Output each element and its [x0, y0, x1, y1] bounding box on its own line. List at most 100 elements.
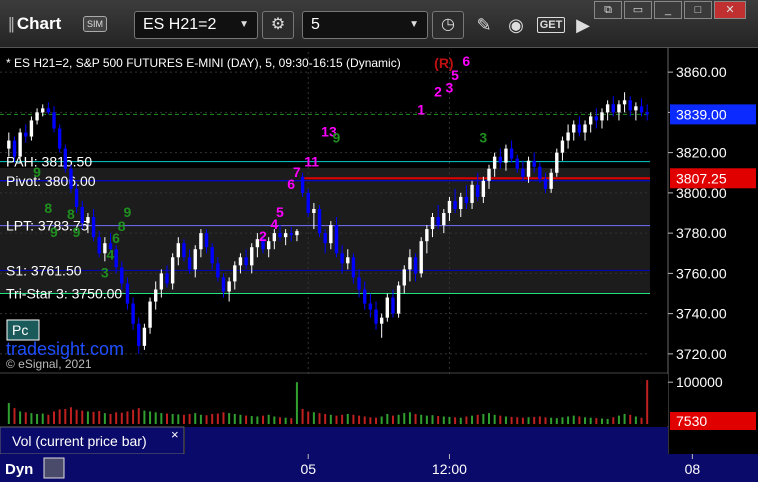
volume-bar — [538, 416, 541, 424]
last-price-label: 3839.00 — [676, 106, 727, 122]
volume-bar — [81, 410, 84, 424]
candle-body — [29, 120, 34, 137]
dyn-label[interactable]: Dyn — [5, 461, 33, 478]
volume-bar — [578, 416, 581, 424]
volume-bar — [58, 409, 61, 424]
candle-body — [363, 289, 367, 304]
setup-count-label: 3 — [101, 264, 109, 280]
interval-selector[interactable]: 5 ▼ — [302, 11, 428, 39]
volume-bar — [612, 417, 615, 424]
volume-bar — [533, 416, 536, 424]
close-icon: ✕ — [725, 4, 735, 16]
dyn-toggle-icon[interactable] — [43, 457, 65, 479]
volume-bar — [482, 413, 485, 424]
setup-count-label: 8 — [67, 206, 75, 222]
window-maximize-button[interactable]: □ — [684, 1, 712, 19]
volume-bar — [290, 418, 293, 424]
volume-bar — [47, 414, 50, 424]
volume-bar — [295, 382, 298, 424]
volume-bar — [521, 417, 524, 424]
candle-body — [611, 104, 615, 113]
candle-body — [453, 200, 457, 209]
candle-body — [492, 156, 497, 169]
candle-body — [442, 213, 446, 226]
candle-body — [289, 233, 293, 236]
chart-toolbar: || Chart SIM ES H21=2 ▼ ⚙ 5 ▼ ◷ ✎ ◉ GET ▶… — [0, 0, 758, 48]
window-menu-button[interactable]: ⧉ — [594, 1, 622, 19]
candle-body — [425, 229, 429, 242]
volume-bar — [561, 417, 564, 424]
candle-body — [639, 106, 644, 113]
restore-icon: ▭ — [632, 4, 644, 16]
candle-body — [459, 196, 463, 209]
volume-bar — [132, 409, 135, 424]
symbol-selector[interactable]: ES H21=2 ▼ — [134, 11, 258, 39]
volume-bar — [262, 415, 265, 424]
volume-bar — [160, 413, 163, 424]
chevron-down-icon: ▼ — [409, 19, 419, 30]
candle-body — [154, 289, 158, 302]
setup-count-label: 2 — [259, 228, 267, 244]
volume-bar — [205, 415, 208, 424]
price-tick-label: 3780.00 — [676, 225, 727, 241]
candle-body — [605, 104, 610, 113]
candle-body — [182, 243, 186, 258]
level-label: S1: 3761.50 — [6, 262, 82, 278]
volume-bar — [256, 416, 259, 424]
window-menu-icon: ⧉ — [604, 4, 612, 16]
candle-body — [351, 257, 356, 278]
setup-count-label: 4 — [107, 246, 115, 262]
candle-body — [340, 253, 344, 264]
volume-strip — [185, 427, 668, 454]
window-close-button[interactable]: ✕ — [714, 1, 746, 19]
volume-bar — [92, 411, 95, 424]
volume-bar — [375, 417, 378, 424]
candle-body — [52, 112, 56, 129]
candle-body — [583, 124, 587, 133]
candle-body — [306, 192, 310, 214]
time-axis[interactable] — [0, 454, 758, 482]
study-button[interactable]: ◉ — [502, 11, 530, 39]
volume-bar — [595, 418, 598, 424]
setup-count-label: 9 — [50, 224, 58, 240]
time-template-button[interactable]: ◷ — [432, 11, 464, 39]
candle-body — [176, 243, 180, 258]
volume-bar — [324, 413, 327, 424]
candle-body — [86, 217, 90, 224]
candle-body — [436, 217, 440, 226]
candle-body — [57, 128, 62, 149]
sim-badge[interactable]: SIM — [83, 16, 107, 32]
window-minimize-button[interactable]: _ — [654, 1, 682, 19]
window-restore-button[interactable]: ▭ — [624, 1, 652, 19]
play-button[interactable]: ▶ — [570, 11, 596, 39]
candle-body — [481, 180, 486, 197]
volume-bar — [199, 414, 202, 424]
price-axis[interactable]: 3720.003740.003760.003780.003800.003820.… — [667, 48, 758, 454]
price-chart[interactable]: PAH: 3815.50Pivot: 3806.00LPT: 3783.75S1… — [0, 48, 758, 482]
candle-body — [634, 106, 638, 111]
volume-bar — [352, 414, 355, 424]
get-button[interactable]: GET — [534, 11, 568, 39]
candle-body — [266, 241, 271, 250]
minimize-icon: _ — [664, 4, 672, 16]
volume-bar — [250, 416, 253, 424]
volume-bar — [318, 413, 321, 424]
interval-value: 5 — [311, 16, 320, 33]
candle-body — [549, 172, 553, 189]
candle-body — [419, 241, 423, 274]
candle-body — [368, 303, 373, 310]
settings-gear-button[interactable]: ⚙ — [262, 11, 294, 39]
volume-bar — [442, 416, 445, 424]
volume-bar — [278, 417, 281, 424]
candle-body — [227, 281, 231, 292]
gear-icon: ⚙ — [270, 16, 286, 33]
candle-body — [532, 160, 536, 167]
setup-count-label: 9 — [332, 130, 340, 146]
draw-tool-button[interactable]: ✎ — [470, 11, 498, 39]
close-icon[interactable]: × — [171, 427, 179, 442]
volume-bar — [273, 416, 276, 424]
volume-bar — [510, 416, 513, 424]
candle-body — [521, 168, 525, 177]
volume-bar — [459, 417, 462, 424]
volume-bar — [120, 412, 123, 424]
